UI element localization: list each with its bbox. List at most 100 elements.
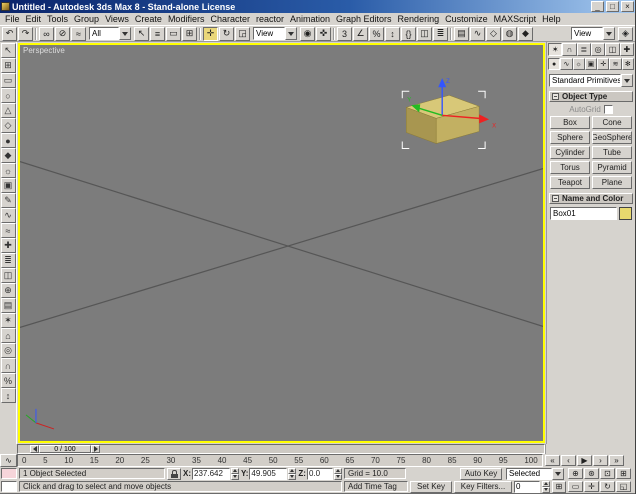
spinner-snap-icon[interactable]: ↕ bbox=[385, 27, 400, 41]
window-crossing-icon[interactable]: ⊞ bbox=[182, 27, 197, 41]
previous-frame-arrow-icon[interactable] bbox=[30, 445, 39, 453]
zoom-extents-all-icon[interactable]: ⊞ bbox=[616, 468, 631, 479]
chevron-down-icon[interactable] bbox=[621, 74, 633, 87]
next-frame-arrow-icon[interactable] bbox=[91, 445, 100, 453]
left-toolbar-icon[interactable]: ≣ bbox=[1, 253, 16, 268]
select-object-icon[interactable]: ↖ bbox=[134, 27, 149, 41]
category-geometry-icon[interactable]: ● bbox=[548, 58, 560, 70]
left-toolbar-icon[interactable]: ▭ bbox=[1, 73, 16, 88]
menu-reactor[interactable]: reactor bbox=[253, 14, 287, 24]
menu-tools[interactable]: Tools bbox=[44, 14, 71, 24]
left-toolbar-icon[interactable]: ∩ bbox=[1, 358, 16, 373]
selection-filter-dropdown[interactable]: All bbox=[89, 27, 131, 40]
object-type-button[interactable]: Teapot bbox=[550, 176, 590, 189]
category-systems-icon[interactable]: ✻ bbox=[622, 58, 634, 70]
object-type-button[interactable]: Cone bbox=[592, 116, 632, 129]
menu-animation[interactable]: Animation bbox=[287, 14, 333, 24]
maximize-button[interactable]: □ bbox=[606, 1, 619, 12]
select-move-icon[interactable]: ✛ bbox=[203, 27, 218, 41]
play-button[interactable]: ▶ bbox=[577, 455, 592, 466]
maxscript-mini-listener[interactable] bbox=[1, 481, 17, 492]
object-name-input[interactable] bbox=[550, 207, 617, 220]
tab-create[interactable]: ✶ bbox=[548, 43, 562, 56]
category-helpers-icon[interactable]: ✛ bbox=[597, 58, 609, 70]
current-frame-spinner[interactable] bbox=[542, 481, 550, 493]
select-link-icon[interactable]: ∞ bbox=[39, 27, 54, 41]
object-type-button[interactable]: Pyramid bbox=[592, 161, 632, 174]
left-toolbar-icon[interactable]: ▤ bbox=[1, 298, 16, 313]
render-type-dropdown[interactable]: View bbox=[571, 27, 615, 40]
menu-rendering[interactable]: Rendering bbox=[395, 14, 443, 24]
menu-graph-editors[interactable]: Graph Editors bbox=[333, 14, 395, 24]
close-button[interactable]: × bbox=[621, 1, 634, 12]
redo-icon[interactable]: ↷ bbox=[18, 27, 33, 41]
chevron-down-icon[interactable] bbox=[285, 27, 297, 40]
left-toolbar-icon[interactable]: △ bbox=[1, 103, 16, 118]
chevron-down-icon[interactable] bbox=[119, 27, 131, 40]
add-time-tag[interactable]: Add Time Tag bbox=[344, 481, 408, 492]
left-toolbar-icon[interactable]: ⌂ bbox=[1, 328, 16, 343]
category-shapes-icon[interactable]: ∿ bbox=[560, 58, 572, 70]
left-toolbar-icon[interactable]: ◎ bbox=[1, 343, 16, 358]
render-scene-icon[interactable]: ◆ bbox=[518, 27, 533, 41]
next-frame-button[interactable]: › bbox=[593, 455, 608, 466]
coord-y-spinner[interactable] bbox=[288, 468, 296, 480]
left-toolbar-icon[interactable]: ▣ bbox=[1, 178, 16, 193]
tab-hierarchy[interactable]: ≣ bbox=[577, 43, 591, 56]
min-max-toggle-icon[interactable]: ◱ bbox=[616, 481, 631, 492]
perspective-viewport[interactable]: Perspective bbox=[18, 43, 545, 443]
left-toolbar-icon[interactable]: ○ bbox=[1, 88, 16, 103]
category-lights-icon[interactable]: ☼ bbox=[573, 58, 585, 70]
autogrid-checkbox[interactable] bbox=[604, 105, 613, 114]
zoom-extents-icon[interactable]: ⊡ bbox=[600, 468, 615, 479]
name-and-color-rollout[interactable]: Name and Color bbox=[549, 193, 633, 204]
left-toolbar-icon[interactable]: ✶ bbox=[1, 313, 16, 328]
pan-icon[interactable]: ✛ bbox=[584, 481, 599, 492]
percent-snap-icon[interactable]: % bbox=[369, 27, 384, 41]
current-frame-field[interactable]: 0 bbox=[514, 481, 540, 493]
menu-edit[interactable]: Edit bbox=[23, 14, 45, 24]
angle-snap-icon[interactable]: ∠ bbox=[353, 27, 368, 41]
chevron-down-icon[interactable] bbox=[603, 27, 615, 40]
object-type-button[interactable]: Sphere bbox=[550, 131, 590, 144]
previous-frame-button[interactable]: ‹ bbox=[561, 455, 576, 466]
mirror-icon[interactable]: ◫ bbox=[417, 27, 432, 41]
tab-utilities[interactable]: ✚ bbox=[620, 43, 634, 56]
menu-create[interactable]: Create bbox=[132, 14, 165, 24]
coord-x-field[interactable]: 237.642 bbox=[192, 468, 230, 480]
menu-group[interactable]: Group bbox=[71, 14, 102, 24]
bind-spacewarp-icon[interactable]: ≈ bbox=[71, 27, 86, 41]
menu-views[interactable]: Views bbox=[102, 14, 132, 24]
track-bar-ruler[interactable]: 0510152025303540455055606570758085909510… bbox=[17, 454, 543, 467]
arc-rotate-icon[interactable]: ↻ bbox=[600, 481, 615, 492]
field-of-view-icon[interactable]: ▭ bbox=[568, 481, 583, 492]
gizmo-z-arrow[interactable] bbox=[438, 78, 446, 87]
key-selection-dropdown[interactable]: Selected bbox=[506, 468, 564, 480]
time-slider-track[interactable]: 0 / 100 bbox=[17, 444, 545, 454]
maxscript-macro-recorder[interactable] bbox=[1, 468, 17, 479]
primitives-dropdown[interactable]: Standard Primitives bbox=[549, 74, 633, 87]
curve-editor-icon[interactable]: ∿ bbox=[470, 27, 485, 41]
object-type-button[interactable]: GeoSphere bbox=[592, 131, 632, 144]
schematic-view-icon[interactable]: ◇ bbox=[486, 27, 501, 41]
time-slider-value[interactable]: 0 / 100 bbox=[39, 445, 91, 453]
left-toolbar-icon[interactable]: ☼ bbox=[1, 163, 16, 178]
left-toolbar-icon[interactable]: ✎ bbox=[1, 193, 16, 208]
object-type-button[interactable]: Tube bbox=[592, 146, 632, 159]
tab-display[interactable]: ◫ bbox=[605, 43, 619, 56]
go-to-end-button[interactable]: » bbox=[609, 455, 624, 466]
object-type-button[interactable]: Box bbox=[550, 116, 590, 129]
viewport-label[interactable]: Perspective bbox=[23, 46, 65, 55]
object-color-swatch[interactable] bbox=[619, 207, 632, 220]
left-toolbar-icon[interactable]: ◆ bbox=[1, 148, 16, 163]
menu-help[interactable]: Help bbox=[539, 14, 564, 24]
coord-x-spinner[interactable] bbox=[231, 468, 239, 480]
category-spacewarps-icon[interactable]: ≋ bbox=[609, 58, 621, 70]
tab-motion[interactable]: ◎ bbox=[591, 43, 605, 56]
tab-modify[interactable]: ∩ bbox=[562, 43, 576, 56]
layer-manager-icon[interactable]: ▤ bbox=[454, 27, 469, 41]
left-toolbar-icon[interactable]: % bbox=[1, 373, 16, 388]
mini-curve-editor-button[interactable]: ∿ bbox=[0, 454, 17, 467]
menu-customize[interactable]: Customize bbox=[442, 14, 491, 24]
material-editor-icon[interactable]: ◍ bbox=[502, 27, 517, 41]
